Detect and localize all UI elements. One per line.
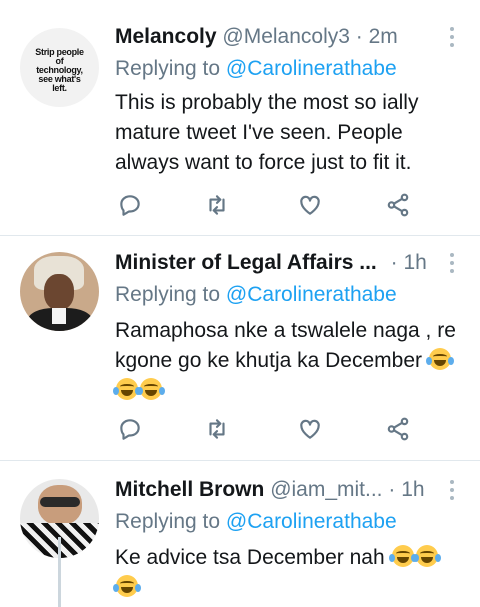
- timestamp[interactable]: 2m: [369, 25, 398, 48]
- avatar-melancoly[interactable]: Strip people of technology, see what's l…: [20, 28, 99, 107]
- thread-line: [58, 537, 61, 607]
- tweet-header: Mitchell Brown @iam_mit... · 1h: [115, 477, 460, 503]
- tweet-text: Ke advice tsa December nah: [115, 546, 385, 569]
- rolling-laughing-emoji: [113, 378, 141, 400]
- replying-to-label: Replying to: [115, 510, 221, 533]
- avatar-photo: [20, 252, 99, 331]
- tweet-header: Minister of Legal Affairs ... · 1h: [115, 250, 460, 276]
- tears-of-joy-emoji: [412, 545, 441, 567]
- share-icon[interactable]: [383, 190, 413, 220]
- tweet-text: This is probably the most so ially matur…: [115, 91, 419, 174]
- separator-dot: ·: [355, 25, 363, 48]
- heart-icon[interactable]: [295, 414, 325, 444]
- tweet-text-container: Ramaphosa nke a tswalele naga , re kgone…: [113, 316, 460, 406]
- tweet-text-container: Ke advice tsa December nah: [113, 543, 460, 603]
- tweet-actions: [115, 190, 415, 220]
- replying-to-mention[interactable]: @Carolinerathabe: [226, 510, 397, 533]
- tears-of-joy-emoji: [113, 575, 141, 597]
- more-vertical-icon[interactable]: [442, 250, 462, 276]
- user-handle[interactable]: @Melancoly3: [222, 25, 350, 48]
- more-vertical-icon[interactable]: [442, 477, 462, 503]
- avatar-text: Strip people of technology, see what's l…: [35, 47, 84, 93]
- retweet-icon[interactable]: [202, 414, 232, 444]
- heart-icon[interactable]: [295, 190, 325, 220]
- replying-to-label: Replying to: [115, 57, 221, 80]
- replying-to-mention[interactable]: @Carolinerathabe: [226, 57, 397, 80]
- reply-icon[interactable]: [115, 414, 145, 444]
- more-vertical-icon[interactable]: [442, 24, 462, 50]
- avatar-minister[interactable]: [20, 252, 99, 331]
- timestamp[interactable]: 1h: [401, 478, 424, 501]
- tweet-header: Melancoly @Melancoly3 · 2m: [115, 24, 460, 50]
- reply-icon[interactable]: [115, 190, 145, 220]
- display-name[interactable]: Melancoly: [115, 25, 217, 48]
- display-name[interactable]: Mitchell Brown: [115, 478, 264, 501]
- tweet-text: Ramaphosa nke a tswalele naga , re kgone…: [115, 319, 456, 372]
- rolling-laughing-emoji: [137, 378, 165, 400]
- tweet-3[interactable]: Mitchell Brown @iam_mit... · 1h Replying…: [0, 461, 480, 607]
- replying-to: Replying to @Carolinerathabe: [115, 56, 460, 82]
- retweet-icon[interactable]: [202, 190, 232, 220]
- timestamp[interactable]: 1h: [403, 251, 426, 274]
- rolling-laughing-emoji: [425, 348, 454, 370]
- replying-to-mention[interactable]: @Carolinerathabe: [226, 283, 397, 306]
- tweet-1[interactable]: Strip people of technology, see what's l…: [0, 0, 480, 234]
- replying-to: Replying to @Carolinerathabe: [115, 282, 460, 308]
- tweet-actions: [115, 414, 415, 444]
- user-handle[interactable]: @iam_mit...: [270, 478, 382, 501]
- replying-to: Replying to @Carolinerathabe: [115, 509, 460, 535]
- display-name[interactable]: Minister of Legal Affairs ...: [115, 251, 377, 274]
- share-icon[interactable]: [383, 414, 413, 444]
- tweet-2[interactable]: Minister of Legal Affairs ... · 1h Reply…: [0, 236, 480, 460]
- separator-dot: ·: [388, 478, 396, 501]
- replying-to-label: Replying to: [115, 283, 221, 306]
- tears-of-joy-emoji: [388, 545, 417, 567]
- separator-dot: ·: [390, 251, 398, 274]
